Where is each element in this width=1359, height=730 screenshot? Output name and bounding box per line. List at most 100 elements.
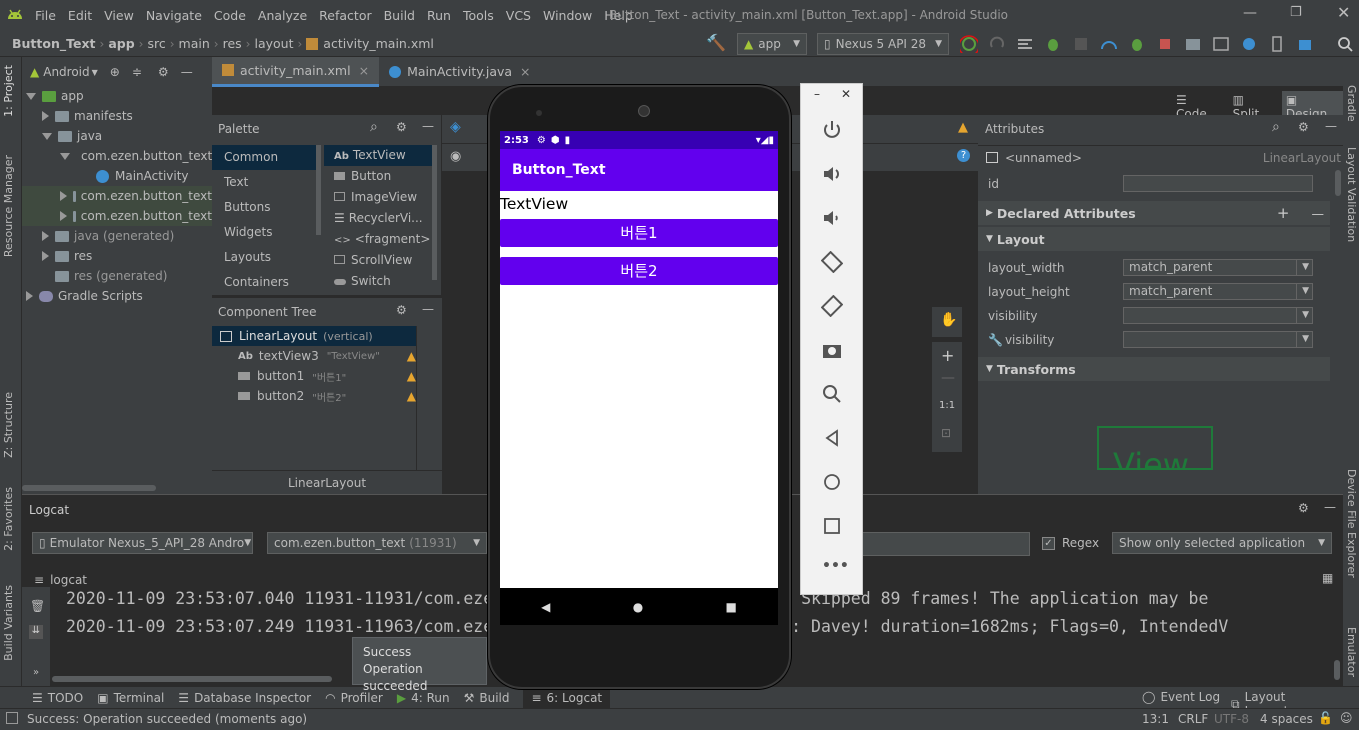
tree-item-manifests[interactable]: manifests — [22, 106, 212, 126]
emulator-screen[interactable]: 2:53 ⚙ ⬢ ▮ ▾◢▮ Button_Text TextView 버튼1 … — [500, 131, 778, 625]
tree-item-package-test[interactable]: com.ezen.button_text — [22, 186, 212, 206]
locate-icon[interactable]: ⊕ — [110, 65, 120, 79]
profile-icon[interactable] — [1100, 35, 1118, 53]
widget-switch[interactable]: Switch — [324, 271, 432, 292]
avd-manager-icon[interactable] — [1268, 35, 1286, 53]
breadcrumb-res[interactable]: res — [223, 36, 242, 51]
breadcrumb-layout[interactable]: layout — [254, 36, 293, 51]
tree-item-java-generated[interactable]: java (generated) — [22, 226, 212, 246]
tab-device-file-explorer[interactable]: Device File Explorer — [1345, 469, 1358, 578]
toggle-tool-windows-icon[interactable] — [6, 712, 18, 724]
zoom-out-icon[interactable]: — — [941, 370, 955, 386]
button1[interactable]: 버튼1 — [500, 219, 778, 247]
tab-project[interactable]: 1: Project — [2, 65, 15, 117]
home-icon[interactable]: ● — [633, 600, 643, 614]
widget-textview[interactable]: Ab TextView — [324, 145, 432, 166]
tree-item-package-androidtest[interactable]: com.ezen.button_text — [22, 206, 212, 226]
remove-icon[interactable]: — — [1312, 206, 1325, 221]
widget-imageview[interactable]: ImageView — [324, 187, 432, 208]
tree-item-res[interactable]: res — [22, 246, 212, 266]
gradle-sync-icon[interactable] — [1240, 35, 1258, 53]
category-layouts[interactable]: Layouts — [212, 245, 316, 270]
pan-button[interactable]: ✋ — [932, 307, 962, 337]
hide-icon[interactable]: — — [181, 65, 193, 79]
project-structure-icon[interactable] — [1184, 35, 1202, 53]
apply-code-changes-icon[interactable] — [988, 35, 1006, 53]
gear-icon[interactable]: ⚙ — [1298, 120, 1309, 134]
screenshot-icon[interactable] — [821, 339, 843, 361]
tab-resource-manager[interactable]: Resource Manager — [2, 155, 15, 257]
terminal-icon[interactable] — [1212, 35, 1230, 53]
attach-debugger-icon[interactable] — [1072, 35, 1090, 53]
layout-icon[interactable]: ▦ — [1322, 571, 1333, 585]
menu-run[interactable]: Run — [421, 8, 457, 23]
logcat-vscrollbar[interactable] — [1334, 660, 1340, 680]
filter-dropdown[interactable]: Show only selected application ▼ — [1112, 532, 1332, 554]
trash-icon[interactable]: 🗑 — [30, 599, 45, 613]
success-notification[interactable]: Success Operation succeeded — [352, 637, 487, 693]
cursor-position[interactable]: 13:1 — [1142, 712, 1169, 726]
menu-navigate[interactable]: Navigate — [140, 8, 208, 23]
attach-process-icon[interactable] — [1128, 35, 1146, 53]
apply-changes-icon[interactable] — [960, 35, 978, 53]
section-transforms[interactable]: ▼ Transforms — [978, 357, 1330, 381]
hide-icon[interactable]: — — [422, 302, 434, 316]
tab-emulator[interactable]: Emulator — [1345, 627, 1358, 677]
logcat-scrollbar[interactable] — [52, 676, 332, 682]
gear-icon[interactable]: ⚙ — [396, 303, 407, 317]
tree-item-mainactivity[interactable]: MainActivity — [22, 166, 212, 186]
device-dropdown[interactable]: ▯ Nexus 5 API 28 ▼ — [817, 33, 949, 55]
home-icon[interactable] — [821, 471, 843, 493]
process-selector[interactable]: com.ezen.button_text (11931) ▼ — [267, 532, 487, 554]
tree-item-java[interactable]: java — [22, 126, 212, 146]
close-icon[interactable]: ✕ — [841, 87, 851, 101]
menu-edit[interactable]: Edit — [62, 8, 98, 23]
tree-item-package[interactable]: com.ezen.button_text — [22, 146, 212, 166]
sdk-manager-icon[interactable] — [1296, 35, 1314, 53]
tree-node-textview3[interactable]: Ab textView3 "TextView" ▲ — [212, 346, 416, 366]
close-tab-icon[interactable]: × — [359, 63, 369, 78]
attributes-scrollbar[interactable] — [1335, 170, 1341, 196]
warning-icon[interactable]: ▲ — [407, 369, 416, 383]
menu-window[interactable]: Window — [537, 8, 598, 23]
tab-activity-main[interactable]: activity_main.xml × — [212, 56, 380, 87]
hammer-icon[interactable]: 🔨 — [706, 33, 726, 52]
section-declared-attributes[interactable]: ▶ Declared Attributes + — — [978, 201, 1330, 225]
project-view-dropdown[interactable]: Android — [43, 65, 89, 79]
tab-todo[interactable]: ☰ TODO — [32, 691, 83, 705]
category-containers[interactable]: Containers — [212, 270, 316, 295]
breadcrumb-project[interactable]: Button_Text — [12, 36, 96, 51]
close-tab-icon[interactable]: × — [520, 64, 530, 79]
volume-down-icon[interactable] — [821, 207, 843, 229]
lock-icon[interactable]: 🔓 — [1318, 711, 1333, 725]
more-icon[interactable]: » — [33, 667, 39, 678]
stop-icon[interactable] — [1156, 35, 1174, 53]
menu-analyze[interactable]: Analyze — [252, 8, 313, 23]
category-widgets[interactable]: Widgets — [212, 220, 316, 245]
breadcrumb-file[interactable]: activity_main.xml — [323, 36, 434, 51]
tree-node-linearlayout[interactable]: LinearLayout (vertical) — [212, 326, 416, 346]
menu-code[interactable]: Code — [208, 8, 252, 23]
tab-event-log[interactable]: ◯ Event Log — [1142, 690, 1220, 704]
visibility-dropdown[interactable]: ▼ — [1123, 307, 1313, 324]
close-icon[interactable]: ✕ — [1337, 3, 1350, 22]
menu-tools[interactable]: Tools — [457, 8, 500, 23]
tree-item-res-generated[interactable]: res (generated) — [22, 266, 212, 286]
hide-icon[interactable]: — — [1325, 119, 1337, 133]
section-layout[interactable]: ▼ Layout — [978, 227, 1330, 251]
menu-vcs[interactable]: VCS — [500, 8, 537, 23]
menu-build[interactable]: Build — [378, 8, 421, 23]
tree-item-app[interactable]: app — [22, 86, 212, 106]
hide-icon[interactable]: — — [422, 119, 434, 133]
palette-scrollbar[interactable] — [316, 145, 321, 235]
zoom-fit-icon[interactable]: ⊡ — [941, 426, 951, 440]
menu-view[interactable]: View — [98, 8, 140, 23]
tab-structure[interactable]: Z: Structure — [2, 392, 15, 458]
breadcrumb-app[interactable]: app — [108, 36, 134, 51]
gear-icon[interactable]: ⚙ — [396, 120, 407, 134]
search-icon[interactable]: ⌕ — [1272, 119, 1280, 135]
tab-layout-validation[interactable]: Layout Validation — [1345, 147, 1358, 242]
rotate-left-icon[interactable] — [821, 251, 843, 273]
tab-terminal[interactable]: ▣ Terminal — [97, 691, 164, 705]
id-field[interactable] — [1123, 175, 1313, 192]
